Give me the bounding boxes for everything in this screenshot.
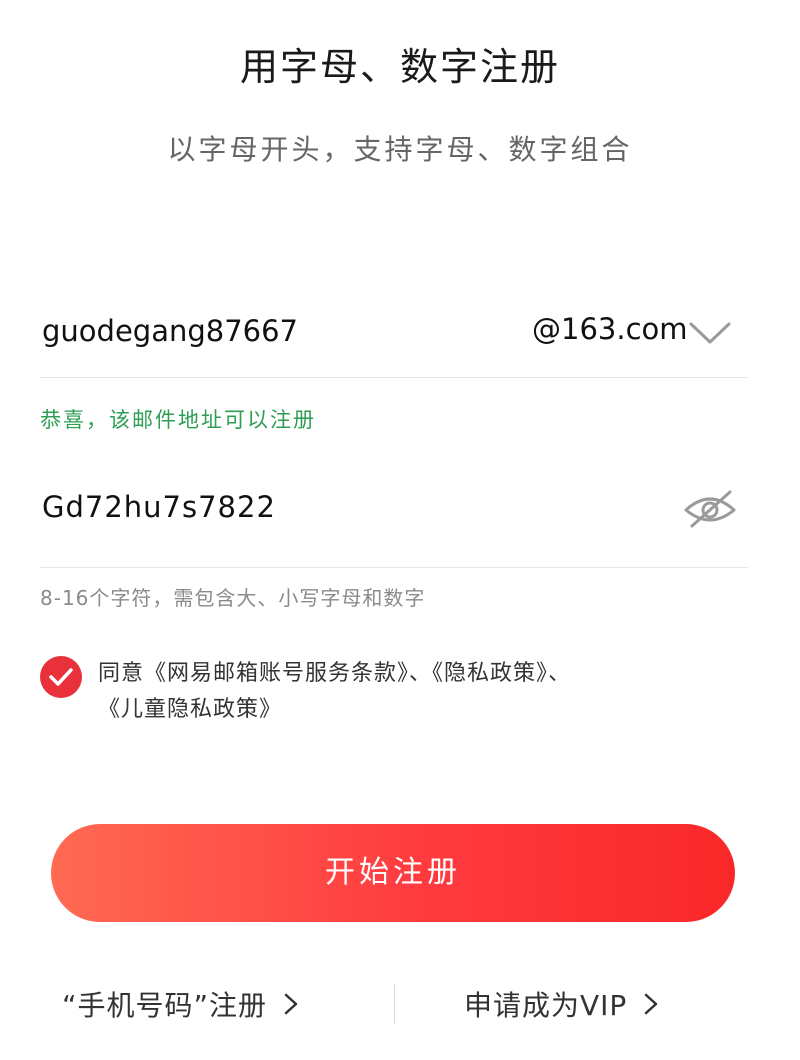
chevron-right-icon xyxy=(284,993,298,1015)
email-domain-select[interactable]: @163.com xyxy=(532,312,688,346)
phone-register-label: “手机号码”注册 xyxy=(62,989,268,1022)
agreement-text: 同意《网易邮箱账号服务条款》、《隐私政策》、《儿童隐私政策》 xyxy=(98,656,738,728)
separator: 、 xyxy=(548,661,572,686)
password-hint: 8-16个字符，需包含大、小写字母和数字 xyxy=(40,586,426,610)
password-row: Gd72hu7s7822 xyxy=(40,466,748,568)
eye-off-icon[interactable] xyxy=(682,486,738,530)
apply-vip-label: 申请成为VIP xyxy=(464,989,628,1022)
separator: 、 xyxy=(409,661,433,686)
password-input[interactable]: Gd72hu7s7822 xyxy=(42,490,276,524)
username-input[interactable]: guodegang87667 xyxy=(42,314,298,348)
chevron-down-icon[interactable] xyxy=(688,316,732,346)
privacy-policy-link[interactable]: 《隐私政策》 xyxy=(432,661,548,686)
divider xyxy=(40,567,748,568)
page-subtitle: 以字母开头，支持字母、数字组合 xyxy=(167,133,633,166)
divider xyxy=(40,377,748,378)
email-available-message: 恭喜，该邮件地址可以注册 xyxy=(40,408,316,432)
agreement-checkbox[interactable] xyxy=(40,656,82,698)
divider xyxy=(394,984,395,1024)
checkmark-icon xyxy=(49,668,73,686)
agreement-prefix: 同意 xyxy=(98,661,145,686)
chevron-right-icon xyxy=(645,993,658,1015)
start-register-button[interactable]: 开始注册 xyxy=(51,824,735,922)
terms-link[interactable]: 《网易邮箱账号服务条款》 xyxy=(144,661,409,686)
page-title: 用字母、数字注册 xyxy=(239,45,560,89)
children-privacy-link[interactable]: 《儿童隐私政策》 xyxy=(98,697,282,722)
email-row: guodegang87667 @163.com xyxy=(40,288,748,378)
apply-vip-link[interactable]: 申请成为VIP xyxy=(464,980,661,1028)
phone-register-link[interactable]: “手机号码”注册 xyxy=(62,980,301,1028)
